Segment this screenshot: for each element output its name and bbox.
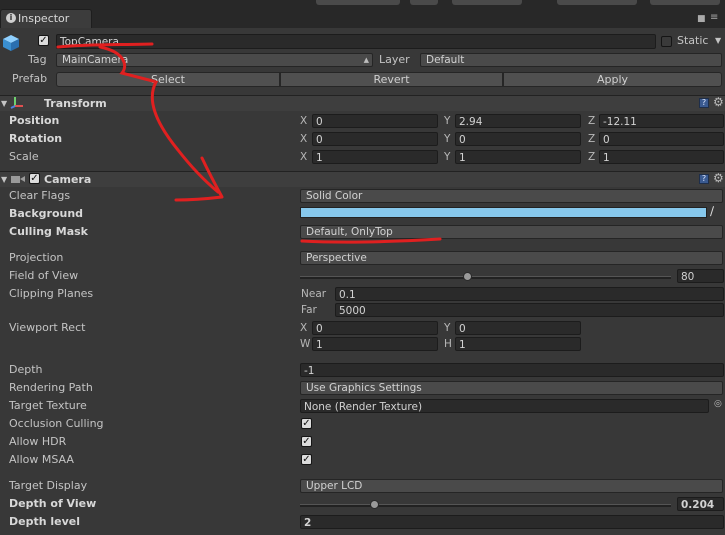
red-annotation-overlay	[56, 42, 442, 244]
annotation-underline-name	[56, 42, 154, 49]
annotation-arrow-curve	[98, 45, 220, 194]
annotation-underline-mask	[300, 237, 442, 244]
annotation-arrow-head	[174, 156, 224, 202]
